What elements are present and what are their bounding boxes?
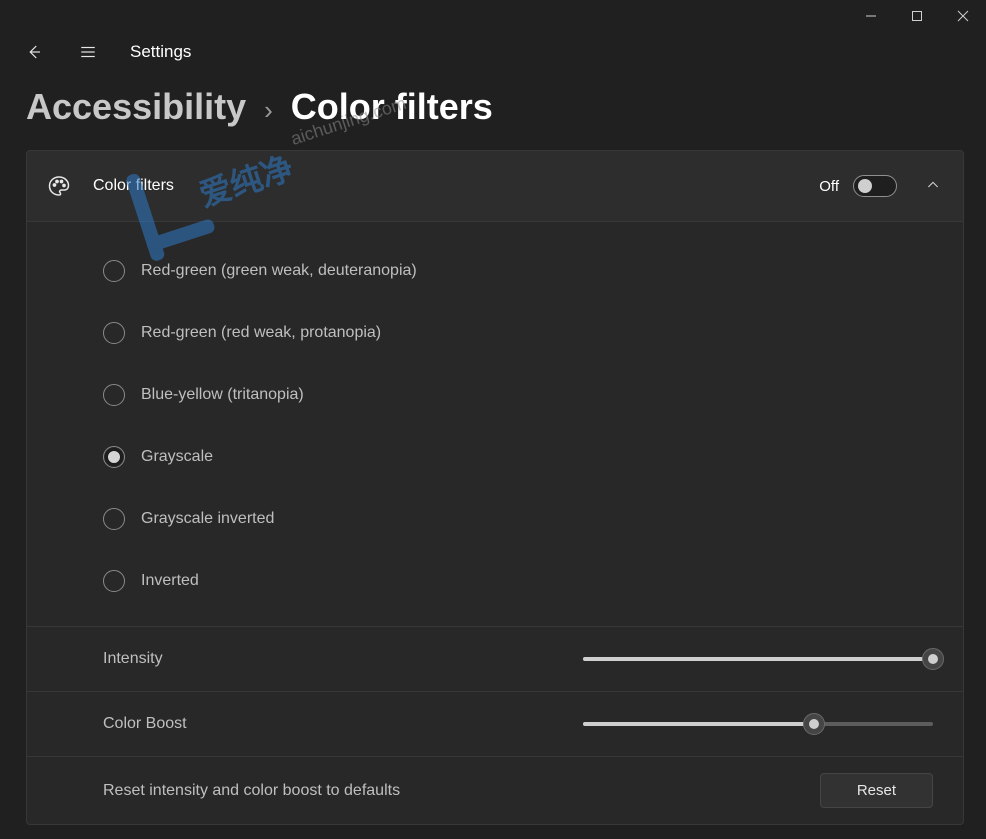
minimize-button[interactable] xyxy=(848,0,894,32)
maximize-button[interactable] xyxy=(894,0,940,32)
radio-label: Grayscale inverted xyxy=(141,510,274,528)
reset-row: Reset intensity and color boost to defau… xyxy=(27,756,963,824)
radio-icon xyxy=(103,260,125,282)
filter-option-inverted[interactable]: Inverted xyxy=(27,550,963,612)
filter-option-tritanopia[interactable]: Blue-yellow (tritanopia) xyxy=(27,364,963,426)
color-boost-row: Color Boost xyxy=(27,691,963,756)
intensity-row: Intensity xyxy=(27,626,963,691)
chevron-up-icon[interactable] xyxy=(925,177,941,196)
radio-icon xyxy=(103,446,125,468)
filter-radio-group: Red-green (green weak, deuteranopia) Red… xyxy=(27,221,963,626)
expander-header[interactable]: Color filters Off xyxy=(27,151,963,221)
color-filters-toggle[interactable] xyxy=(853,175,897,197)
radio-label: Red-green (red weak, protanopia) xyxy=(141,324,381,342)
radio-icon xyxy=(103,322,125,344)
radio-icon xyxy=(103,570,125,592)
titlebar xyxy=(0,0,986,32)
filter-option-grayscale-inverted[interactable]: Grayscale inverted xyxy=(27,488,963,550)
breadcrumb-parent[interactable]: Accessibility xyxy=(26,86,246,128)
toggle-state-label: Off xyxy=(819,178,839,195)
reset-label: Reset intensity and color boost to defau… xyxy=(103,782,820,800)
radio-label: Inverted xyxy=(141,572,199,590)
back-button[interactable] xyxy=(16,34,52,70)
nav-menu-button[interactable] xyxy=(70,34,106,70)
slider-fill xyxy=(583,657,933,661)
color-filters-toggle-group: Off xyxy=(819,175,897,197)
content-panel: Color filters Off Red-green (green weak,… xyxy=(0,150,986,825)
expander-title: Color filters xyxy=(93,177,797,195)
slider-thumb[interactable] xyxy=(922,648,944,670)
color-boost-label: Color Boost xyxy=(103,715,253,733)
toggle-knob xyxy=(858,179,872,193)
top-nav: Settings xyxy=(0,32,986,72)
slider-fill xyxy=(583,722,814,726)
palette-icon xyxy=(47,174,71,198)
close-button[interactable] xyxy=(940,0,986,32)
filter-option-protanopia[interactable]: Red-green (red weak, protanopia) xyxy=(27,302,963,364)
intensity-slider[interactable] xyxy=(583,647,933,671)
color-boost-slider[interactable] xyxy=(583,712,933,736)
color-filters-expander: Color filters Off Red-green (green weak,… xyxy=(26,150,964,825)
app-title: Settings xyxy=(130,42,191,62)
breadcrumb: Accessibility › Color filters xyxy=(0,72,986,150)
intensity-label: Intensity xyxy=(103,650,253,668)
radio-icon xyxy=(103,508,125,530)
slider-thumb[interactable] xyxy=(803,713,825,735)
breadcrumb-current: Color filters xyxy=(291,86,493,128)
filter-option-grayscale[interactable]: Grayscale xyxy=(27,426,963,488)
filter-option-deuteranopia[interactable]: Red-green (green weak, deuteranopia) xyxy=(27,240,963,302)
radio-label: Blue-yellow (tritanopia) xyxy=(141,386,304,404)
breadcrumb-separator-icon: › xyxy=(264,95,273,126)
radio-icon xyxy=(103,384,125,406)
radio-label: Grayscale xyxy=(141,448,213,466)
radio-label: Red-green (green weak, deuteranopia) xyxy=(141,262,417,280)
reset-button[interactable]: Reset xyxy=(820,773,933,808)
